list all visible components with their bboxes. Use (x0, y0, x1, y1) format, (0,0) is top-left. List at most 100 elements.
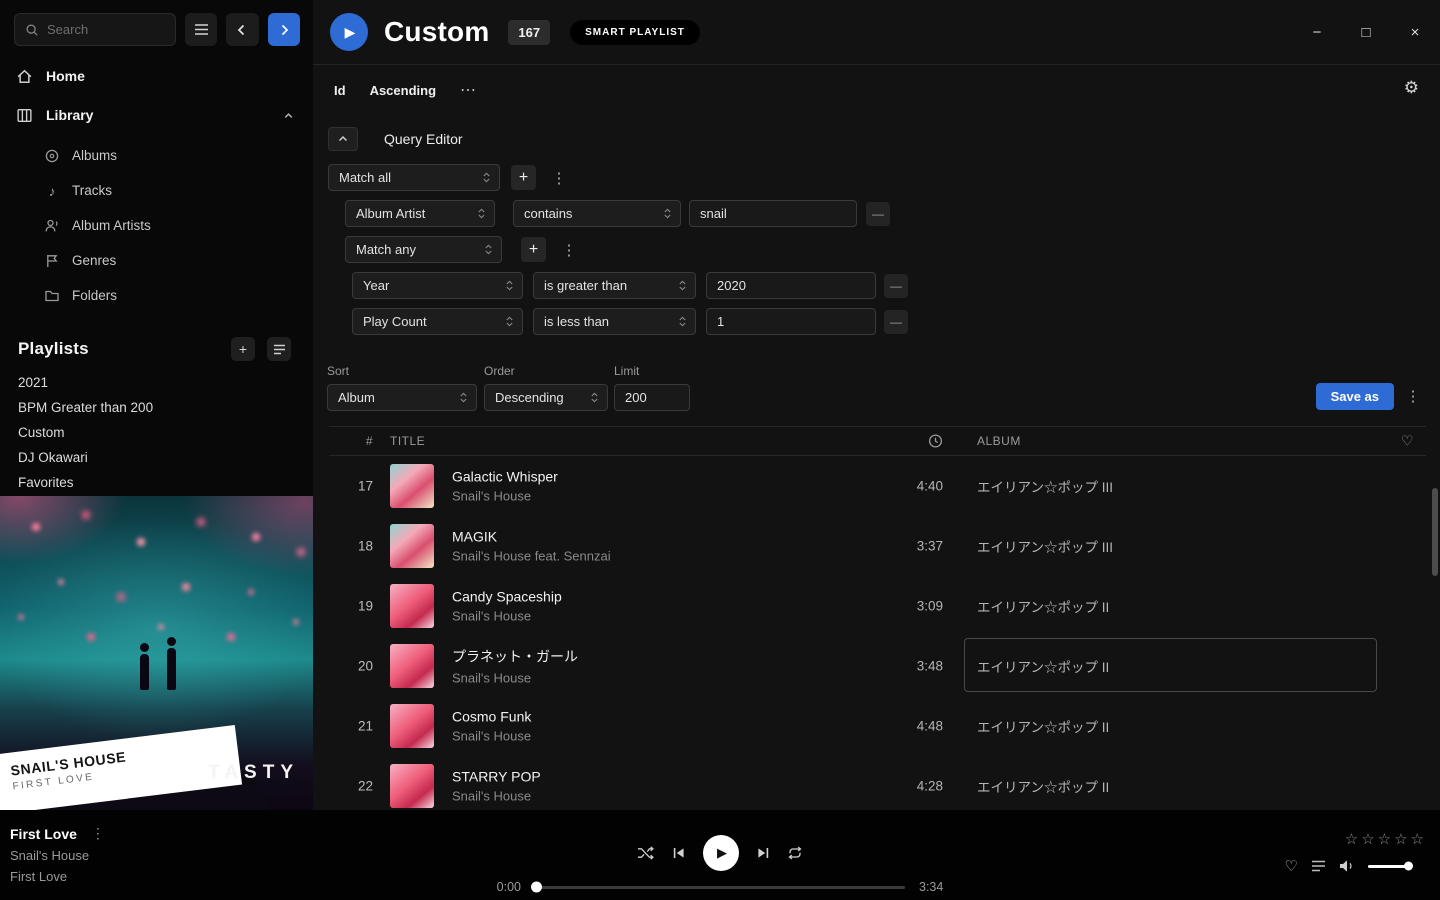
now-playing-info: First Love ⋮ Snail's House First Love (10, 825, 105, 884)
add-rule-button[interactable]: + (511, 165, 536, 190)
match-type-select[interactable]: Match all (328, 164, 500, 191)
rule-field-select[interactable]: Year (352, 272, 523, 299)
rule-operator-select[interactable]: is greater than (533, 272, 696, 299)
rule-value-input[interactable] (706, 308, 876, 335)
column-title[interactable]: TITLE (390, 434, 425, 448)
sort-field-control[interactable]: Id (334, 83, 346, 98)
column-album[interactable]: ALBUM (977, 434, 1021, 448)
save-options-icon[interactable]: ⋮ (1404, 383, 1422, 409)
close-button[interactable]: × (1406, 22, 1424, 42)
track-title: MAGIK (452, 529, 611, 545)
page-title: Custom (384, 16, 489, 48)
table-row[interactable]: 17 Galactic Whisper Snail's House 4:40 エ… (329, 456, 1426, 516)
playlist-item[interactable]: BPM Greater than 200 (18, 395, 303, 420)
menu-button[interactable] (185, 13, 217, 46)
table-row[interactable]: 19 Candy Spaceship Snail's House 3:09 エイ… (329, 576, 1426, 636)
sort-select[interactable]: Album (327, 384, 477, 411)
group-options-icon[interactable]: ⋮ (560, 237, 578, 263)
rule-field-select[interactable]: Play Count (352, 308, 523, 335)
chevron-up-icon[interactable] (282, 109, 295, 122)
limit-input[interactable] (614, 384, 690, 411)
rating-star[interactable]: ☆ (1377, 830, 1392, 848)
track-title: STARRY POP (452, 769, 541, 785)
volume-handle[interactable] (1404, 862, 1413, 871)
remove-rule-button[interactable]: — (866, 202, 890, 226)
playlist-item[interactable]: DJ Okawari (18, 445, 303, 470)
rule-operator-select[interactable]: is less than (533, 308, 696, 335)
rule-value-input[interactable] (706, 272, 876, 299)
track-options-icon[interactable]: ⋮ (91, 825, 105, 842)
column-duration[interactable] (849, 434, 943, 449)
track-album[interactable]: エイリアン☆ポップ II (977, 656, 1377, 676)
add-playlist-button[interactable]: + (231, 337, 255, 361)
nav-forward-button[interactable] (268, 13, 300, 46)
nav-back-button[interactable] (226, 13, 258, 46)
maximize-button[interactable]: □ (1357, 22, 1375, 42)
remove-rule-button[interactable]: — (884, 310, 908, 334)
volume-icon[interactable] (1339, 859, 1355, 873)
scrollbar-thumb[interactable] (1432, 488, 1438, 576)
playlist-item[interactable]: 2021 (18, 370, 303, 395)
more-options-icon[interactable]: ⋯ (460, 80, 476, 100)
column-favorite-heart-icon[interactable]: ♡ (1401, 433, 1414, 450)
order-select[interactable]: Descending (484, 384, 608, 411)
favorite-heart-icon[interactable]: ♡ (1285, 857, 1298, 875)
table-row[interactable]: 18 MAGIK Snail's House feat. Sennzai 3:3… (329, 516, 1426, 576)
window-controls: − □ × (1308, 22, 1424, 42)
track-title: Candy Spaceship (452, 589, 562, 605)
track-title: Galactic Whisper (452, 469, 558, 485)
sidebar-item-library[interactable]: Library (0, 101, 313, 129)
track-number: 18 (329, 539, 373, 554)
group-options-icon[interactable]: ⋮ (550, 165, 568, 191)
sort-order-control[interactable]: Ascending (370, 83, 436, 98)
rating-star[interactable]: ☆ (1410, 830, 1425, 848)
queue-icon[interactable] (1311, 860, 1326, 872)
now-playing-artwork[interactable]: SNAIL'S HOUSE FIRST LOVE TASTY (0, 496, 313, 810)
seek-handle[interactable] (531, 882, 542, 893)
play-playlist-button[interactable]: ▶ (330, 13, 368, 51)
table-row[interactable]: 22 STARRY POP Snail's House 4:28 エイリアン☆ポ… (329, 756, 1426, 810)
next-button[interactable] (756, 846, 770, 860)
playlist-item[interactable]: Custom (18, 420, 303, 445)
settings-gear-icon[interactable]: ⚙ (1404, 78, 1419, 98)
minimize-button[interactable]: − (1308, 22, 1326, 42)
remove-rule-button[interactable]: — (884, 274, 908, 298)
match-type-select[interactable]: Match any (345, 236, 502, 263)
rule-field-select[interactable]: Album Artist (345, 200, 495, 227)
playlist-item[interactable]: Favorites (18, 470, 303, 495)
sidebar-item-home[interactable]: Home (0, 62, 313, 90)
play-pause-button[interactable]: ▶ (703, 835, 739, 871)
list-toolbar: Id Ascending ⋯ (334, 78, 476, 102)
shuffle-button[interactable] (637, 846, 655, 860)
track-artist: Snail's House (452, 671, 578, 686)
sidebar-item-genres[interactable]: Genres (0, 243, 313, 278)
table-row[interactable]: 21 Cosmo Funk Snail's House 4:48 エイリアン☆ポ… (329, 696, 1426, 756)
volume-slider[interactable] (1368, 865, 1412, 868)
repeat-button[interactable] (787, 846, 803, 860)
now-playing-track: First Love (10, 826, 77, 842)
rule-operator-select[interactable]: contains (513, 200, 681, 227)
table-row[interactable]: 20 プラネット・ガール Snail's House 3:48 エイリアン☆ポッ… (329, 636, 1426, 696)
collapse-query-editor-button[interactable] (328, 127, 358, 151)
sidebar-item-folders[interactable]: Folders (0, 278, 313, 313)
seek-bar[interactable] (535, 886, 905, 889)
save-as-button[interactable]: Save as (1316, 383, 1394, 410)
playlist-list-button[interactable] (267, 337, 291, 361)
column-number[interactable]: # (329, 434, 373, 448)
rule-value-input[interactable] (689, 200, 857, 227)
sort-value: Album (338, 390, 375, 405)
rule-field-value: Play Count (363, 314, 427, 329)
rating-stars: ☆ ☆ ☆ ☆ ☆ (1344, 830, 1425, 848)
search-box[interactable] (14, 13, 176, 46)
rating-star[interactable]: ☆ (1344, 830, 1359, 848)
rating-star[interactable]: ☆ (1393, 830, 1408, 848)
rating-star[interactable]: ☆ (1360, 830, 1375, 848)
flag-icon (44, 253, 60, 269)
sidebar-item-tracks[interactable]: ♪ Tracks (0, 173, 313, 208)
previous-button[interactable] (672, 846, 686, 860)
select-arrows-icon (678, 315, 687, 328)
add-rule-button[interactable]: + (521, 237, 546, 262)
hamburger-icon (194, 23, 209, 36)
sidebar-item-album-artists[interactable]: Album Artists (0, 208, 313, 243)
sidebar-item-albums[interactable]: Albums (0, 138, 313, 173)
